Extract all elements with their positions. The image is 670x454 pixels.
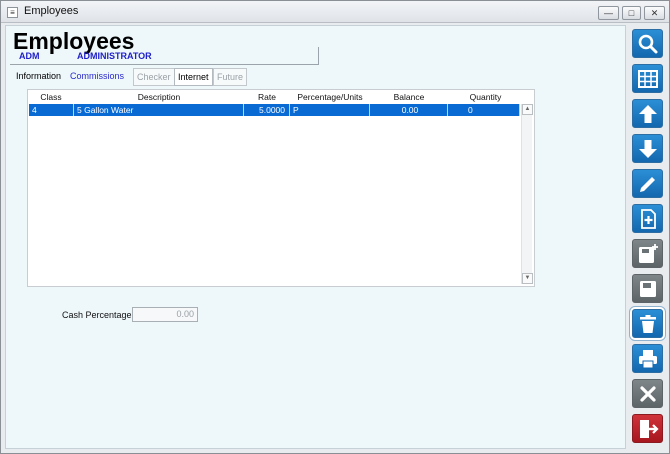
- tab-future: Future: [213, 68, 248, 86]
- search-button[interactable]: [632, 29, 663, 58]
- cell-rate: 5.0000: [244, 104, 290, 116]
- save-button[interactable]: [632, 274, 663, 303]
- next-record-button[interactable]: [632, 134, 663, 163]
- print-icon: [639, 350, 657, 369]
- trash-icon: [640, 315, 656, 333]
- column-header-percentage-units[interactable]: Percentage/Units: [290, 92, 370, 102]
- exit-door-icon: [640, 420, 659, 438]
- scroll-up-arrow-icon[interactable]: ▲: [522, 104, 533, 115]
- delete-button[interactable]: [632, 309, 663, 338]
- tab-information[interactable]: Information: [13, 68, 64, 86]
- column-header-quantity[interactable]: Quantity: [448, 92, 523, 102]
- exit-button[interactable]: [632, 414, 663, 443]
- cell-class: 4: [29, 104, 74, 116]
- tab-internet[interactable]: Internet: [174, 68, 213, 86]
- search-icon: [638, 34, 658, 54]
- previous-record-button[interactable]: [632, 99, 663, 128]
- close-x-icon: [640, 386, 656, 402]
- employees-window: ≡ Employees — □ ✕ Employees ADM ADMINIST…: [0, 0, 670, 454]
- column-header-class[interactable]: Class: [28, 92, 74, 102]
- column-header-description[interactable]: Description: [74, 92, 244, 102]
- cancel-button[interactable]: [632, 379, 663, 408]
- employee-header: ADM ADMINISTRATOR: [10, 47, 319, 65]
- add-button[interactable]: [632, 204, 663, 233]
- commissions-table[interactable]: Class Description Rate Percentage/Units …: [27, 89, 535, 287]
- cell-balance: 0.00: [370, 104, 448, 116]
- add-document-icon: [641, 209, 656, 229]
- table-header: Class Description Rate Percentage/Units …: [28, 92, 534, 104]
- arrow-down-icon: [639, 140, 657, 158]
- cell-description: 5 Gallon Water: [74, 104, 244, 116]
- minimize-button[interactable]: —: [598, 6, 619, 20]
- column-header-rate[interactable]: Rate: [244, 92, 290, 102]
- table-vertical-scrollbar[interactable]: ▲ ▼: [521, 104, 533, 284]
- tab-commissions[interactable]: Commissions: [67, 68, 127, 86]
- edit-button[interactable]: [632, 169, 663, 198]
- print-button[interactable]: [632, 344, 663, 373]
- window-title: Employees: [24, 5, 79, 17]
- action-toolbar: [630, 29, 666, 447]
- grid-icon: [638, 70, 658, 88]
- app-menu-icon[interactable]: ≡: [7, 7, 18, 18]
- pencil-icon: [640, 177, 655, 192]
- title-bar: ≡ Employees — □ ✕: [1, 1, 669, 23]
- save-add-icon: [639, 244, 658, 263]
- save-and-add-button[interactable]: [632, 239, 663, 268]
- column-header-balance[interactable]: Balance: [370, 92, 448, 102]
- scroll-down-arrow-icon[interactable]: ▼: [522, 273, 533, 284]
- list-view-button[interactable]: [632, 64, 663, 93]
- table-row[interactable]: 4 5 Gallon Water 5.0000 P 0.00 0: [29, 104, 520, 116]
- cash-percentage-field[interactable]: 0.00: [132, 307, 198, 322]
- cell-quantity: 0: [448, 104, 520, 116]
- close-window-button[interactable]: ✕: [644, 6, 665, 20]
- employee-id: ADM: [19, 51, 40, 61]
- cash-percentage-label: Cash Percentage: [62, 310, 132, 320]
- tab-checker: Checker: [133, 68, 175, 86]
- employee-name: ADMINISTRATOR: [77, 51, 152, 61]
- save-icon: [640, 281, 656, 297]
- main-content: Employees ADM ADMINISTRATOR Information …: [5, 25, 626, 449]
- maximize-button[interactable]: □: [622, 6, 641, 20]
- cell-percentage-units: P: [290, 104, 370, 116]
- arrow-up-icon: [639, 105, 657, 123]
